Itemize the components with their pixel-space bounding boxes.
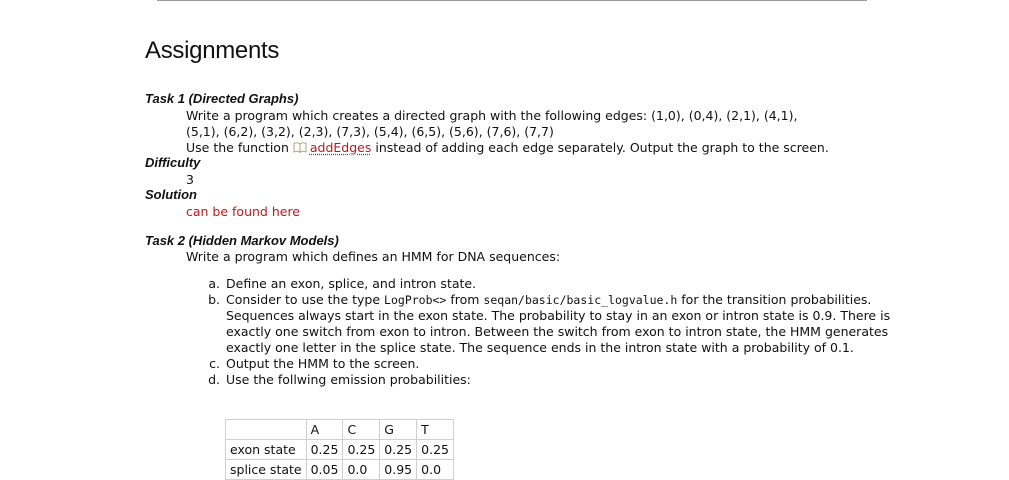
task1-description-line1: Write a program which creates a directed…: [186, 108, 798, 123]
table-cell: 0.25: [416, 439, 454, 460]
step-b-mid: from: [450, 292, 480, 307]
table-header-row: A C G T: [225, 419, 454, 440]
step-b: Consider to use the type LogProb<> from …: [224, 292, 904, 356]
column-header-t: T: [416, 419, 454, 440]
table-corner-cell: [225, 419, 307, 440]
use-function-prefix: Use the function: [186, 140, 289, 155]
difficulty-value: 3: [186, 172, 194, 187]
table-cell: 0.25: [342, 439, 381, 460]
task2-heading: Task 2 (Hidden Markov Models): [145, 233, 339, 248]
column-header-g: G: [379, 419, 418, 440]
table-cell: 0.05: [305, 459, 344, 480]
step-c: Output the HMM to the screen.: [224, 356, 904, 372]
step-d: Use the follwing emission probabilities:: [224, 372, 904, 388]
solution-link[interactable]: can be found here: [186, 204, 300, 219]
task1-heading: Task 1 (Directed Graphs): [145, 91, 299, 106]
task1-function-hint: Use the function addEdges instead of add…: [186, 140, 829, 156]
addedges-link-text: addEdges: [309, 140, 372, 155]
addedges-function-link[interactable]: addEdges: [293, 140, 372, 155]
row-label: splice state: [225, 459, 307, 480]
step-b-prefix: Consider to use the type: [226, 292, 381, 307]
table-cell: 0.0: [416, 459, 454, 480]
table-cell: 0.25: [379, 439, 418, 460]
use-function-suffix: instead of adding each edge separately. …: [375, 140, 829, 155]
emission-probability-table: A C G T exon state 0.25 0.25 0.25 0.25 s…: [225, 419, 454, 480]
table-cell: 0.0: [342, 459, 381, 480]
column-header-c: C: [342, 419, 381, 440]
column-header-a: A: [305, 419, 344, 440]
top-divider: [157, 0, 867, 1]
table-row: splice state 0.05 0.0 0.95 0.0: [225, 459, 454, 480]
table-cell: 0.95: [379, 459, 418, 480]
table-cell: 0.25: [305, 439, 344, 460]
task1-description-line2: (5,1), (6,2), (3,2), (2,3), (7,3), (5,4)…: [186, 124, 554, 139]
solution-heading: Solution: [145, 187, 197, 202]
step-a: Define an exon, splice, and intron state…: [224, 276, 904, 292]
header-path-code: seqan/basic/basic_logvalue.h: [483, 293, 678, 307]
task2-description: Write a program which defines an HMM for…: [186, 249, 561, 264]
difficulty-heading: Difficulty: [145, 155, 201, 170]
logprob-type-code: LogProb<>: [384, 293, 447, 307]
book-icon: [293, 142, 307, 153]
row-label: exon state: [225, 439, 307, 460]
task2-steps-list: Define an exon, splice, and intron state…: [202, 276, 904, 388]
page-title: Assignments: [145, 37, 280, 64]
table-row: exon state 0.25 0.25 0.25 0.25: [225, 439, 454, 460]
